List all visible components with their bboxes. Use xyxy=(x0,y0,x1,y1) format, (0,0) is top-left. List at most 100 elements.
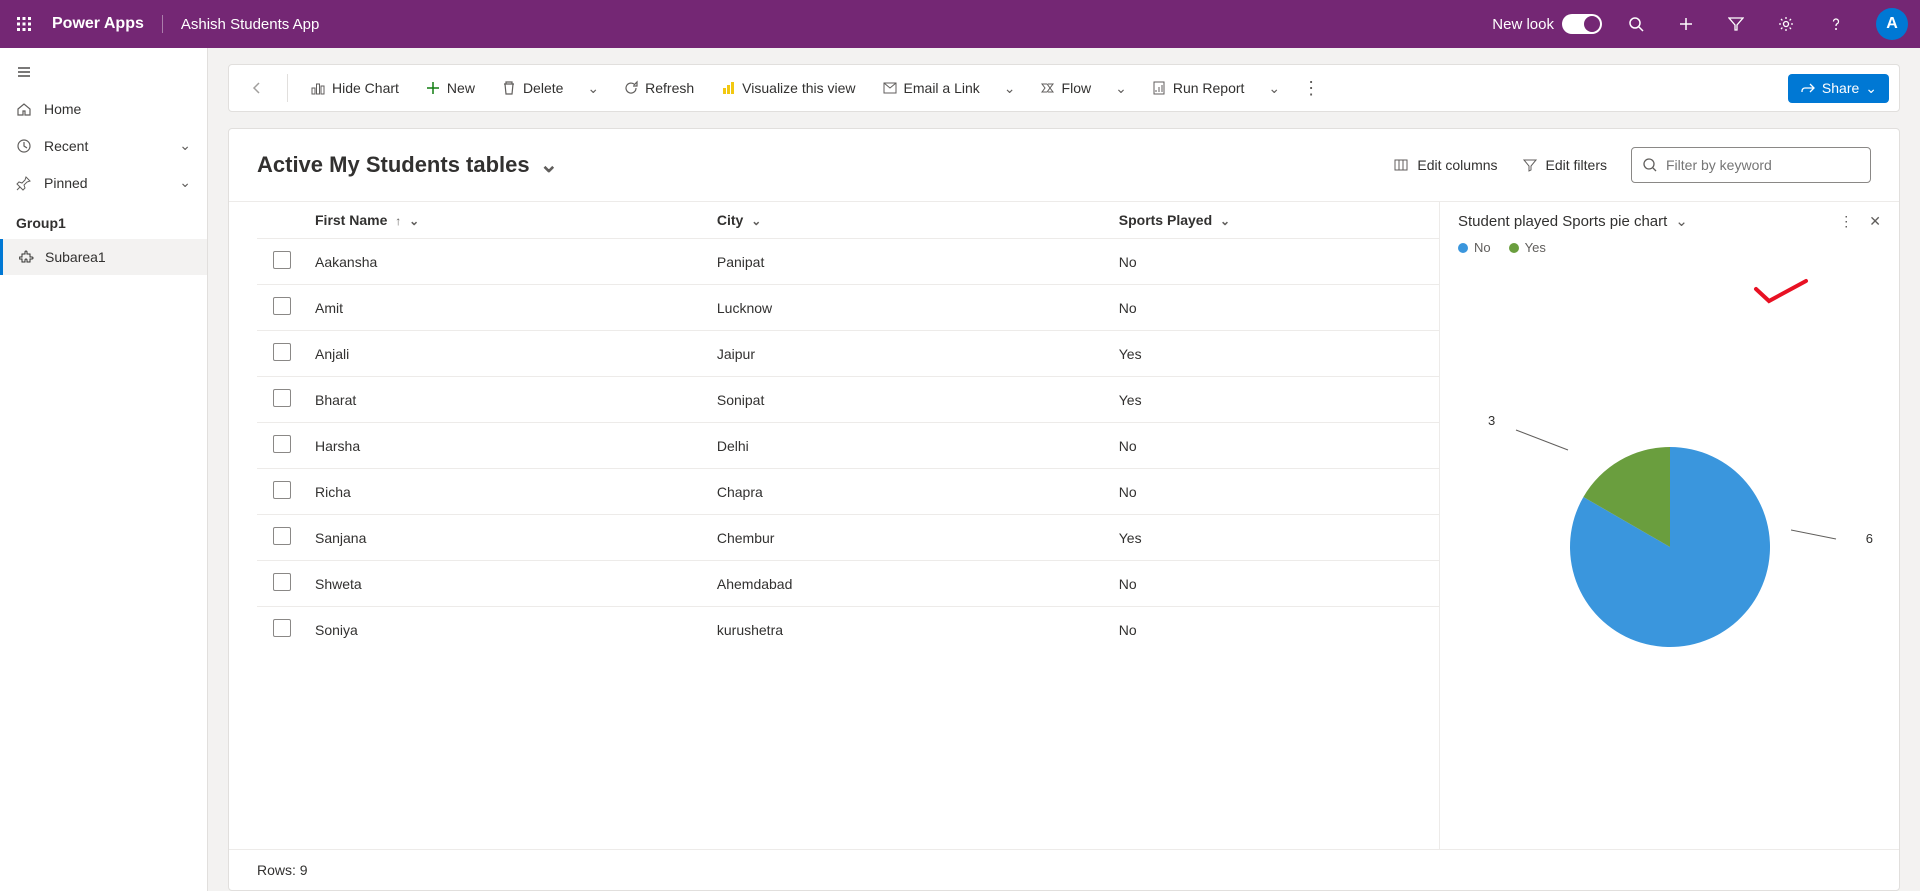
edit-filters-button[interactable]: Edit filters xyxy=(1522,157,1607,173)
brand-label[interactable]: Power Apps xyxy=(52,15,163,33)
row-checkbox-cell[interactable] xyxy=(257,377,307,423)
table-row[interactable]: HarshaDelhiNo xyxy=(257,423,1439,469)
help-icon[interactable] xyxy=(1820,8,1852,40)
chart-more-icon[interactable]: ⋮ xyxy=(1839,213,1853,230)
run-report-dropdown[interactable]: ⌄ xyxy=(1260,74,1288,103)
refresh-button[interactable]: Refresh xyxy=(613,74,704,102)
chart-selector[interactable]: Student played Sports pie chart ⌄ xyxy=(1458,212,1688,230)
nav-subarea1[interactable]: Subarea1 xyxy=(0,239,207,275)
cell-first-name[interactable]: Harsha xyxy=(307,423,709,469)
row-checkbox-cell[interactable] xyxy=(257,469,307,515)
table-row[interactable]: BharatSonipatYes xyxy=(257,377,1439,423)
table-row[interactable]: SoniyakurushetraNo xyxy=(257,607,1439,653)
pie-chart[interactable] xyxy=(1550,427,1790,667)
cell-first-name[interactable]: Richa xyxy=(307,469,709,515)
row-checkbox-cell[interactable] xyxy=(257,285,307,331)
nav-home[interactable]: Home xyxy=(0,91,207,127)
table-row[interactable]: AakanshaPanipatNo xyxy=(257,239,1439,285)
chart-close-icon[interactable]: ✕ xyxy=(1869,213,1881,230)
search-icon xyxy=(1642,157,1658,173)
checkbox-icon[interactable] xyxy=(273,527,291,545)
nav-group-label: Group1 xyxy=(0,201,207,239)
cell-city: Lucknow xyxy=(709,285,1111,331)
checkbox-icon[interactable] xyxy=(273,343,291,361)
flow-dropdown[interactable]: ⌄ xyxy=(1107,74,1135,103)
share-button[interactable]: Share ⌄ xyxy=(1788,74,1889,103)
cell-first-name[interactable]: Amit xyxy=(307,285,709,331)
filter-keyword-box[interactable] xyxy=(1631,147,1871,183)
checkbox-icon[interactable] xyxy=(273,481,291,499)
email-link-dropdown[interactable]: ⌄ xyxy=(996,74,1024,103)
back-button[interactable] xyxy=(239,70,275,106)
pin-icon xyxy=(16,175,32,191)
select-all-header[interactable] xyxy=(257,202,307,239)
nav-pinned[interactable]: Pinned ⌄ xyxy=(0,164,207,201)
label-line-no xyxy=(1791,525,1851,545)
header-row: First Name ↑ ⌄ City ⌄ Sports Played xyxy=(257,202,1439,239)
column-first-name[interactable]: First Name ↑ ⌄ xyxy=(307,202,709,239)
email-link-button[interactable]: Email a Link xyxy=(872,74,990,102)
settings-icon[interactable] xyxy=(1770,8,1802,40)
checkbox-icon[interactable] xyxy=(273,619,291,637)
cell-first-name[interactable]: Sanjana xyxy=(307,515,709,561)
chart-title-label: Student played Sports pie chart xyxy=(1458,213,1667,230)
chevron-down-icon: ⌄ xyxy=(540,152,558,178)
checkbox-icon[interactable] xyxy=(273,297,291,315)
app-launcher-icon[interactable] xyxy=(12,12,36,36)
chart-header: Student played Sports pie chart ⌄ ⋮ ✕ xyxy=(1458,212,1881,230)
view-header: Active My Students tables ⌄ Edit columns… xyxy=(229,129,1899,201)
checkbox-icon[interactable] xyxy=(273,573,291,591)
filter-icon[interactable] xyxy=(1720,8,1752,40)
row-checkbox-cell[interactable] xyxy=(257,561,307,607)
legend-yes[interactable]: Yes xyxy=(1509,240,1546,255)
cell-first-name[interactable]: Shweta xyxy=(307,561,709,607)
visualize-button[interactable]: Visualize this view xyxy=(710,74,865,102)
row-checkbox-cell[interactable] xyxy=(257,331,307,377)
filter-keyword-input[interactable] xyxy=(1666,157,1860,173)
rows-count: Rows: 9 xyxy=(229,849,1899,890)
cell-first-name[interactable]: Anjali xyxy=(307,331,709,377)
add-icon[interactable] xyxy=(1670,8,1702,40)
search-icon[interactable] xyxy=(1620,8,1652,40)
table-row[interactable]: AnjaliJaipurYes xyxy=(257,331,1439,377)
hide-chart-button[interactable]: Hide Chart xyxy=(300,74,409,102)
legend-no[interactable]: No xyxy=(1458,240,1491,255)
delete-dropdown[interactable]: ⌄ xyxy=(579,74,607,103)
table-row[interactable]: SanjanaChemburYes xyxy=(257,515,1439,561)
flow-button[interactable]: Flow xyxy=(1030,74,1102,102)
pie-label-yes: 3 xyxy=(1488,413,1495,428)
cell-city: Sonipat xyxy=(709,377,1111,423)
table-row[interactable]: ShwetaAhemdabadNo xyxy=(257,561,1439,607)
column-sports-played[interactable]: Sports Played ⌄ xyxy=(1111,202,1439,239)
new-button[interactable]: New xyxy=(415,74,485,102)
view-selector[interactable]: Active My Students tables ⌄ xyxy=(257,152,558,178)
refresh-icon xyxy=(623,80,639,96)
checkbox-icon[interactable] xyxy=(273,251,291,269)
row-checkbox-cell[interactable] xyxy=(257,423,307,469)
checkbox-icon[interactable] xyxy=(273,435,291,453)
row-checkbox-cell[interactable] xyxy=(257,607,307,653)
edit-columns-button[interactable]: Edit columns xyxy=(1393,157,1497,173)
chart-icon xyxy=(310,80,326,96)
delete-button[interactable]: Delete xyxy=(491,74,573,102)
table-row[interactable]: RichaChapraNo xyxy=(257,469,1439,515)
cell-first-name[interactable]: Soniya xyxy=(307,607,709,653)
cell-first-name[interactable]: Aakansha xyxy=(307,239,709,285)
chart-legend: No Yes xyxy=(1458,240,1881,255)
run-report-button[interactable]: Run Report xyxy=(1141,74,1255,102)
row-checkbox-cell[interactable] xyxy=(257,239,307,285)
chart-canvas: 3 6 xyxy=(1458,255,1881,839)
new-look-toggle[interactable] xyxy=(1562,14,1602,34)
annotation-checkmark-icon xyxy=(1751,277,1811,307)
nav-recent[interactable]: Recent ⌄ xyxy=(0,127,207,164)
cell-first-name[interactable]: Bharat xyxy=(307,377,709,423)
cell-sports: No xyxy=(1111,607,1439,653)
table-row[interactable]: AmitLucknowNo xyxy=(257,285,1439,331)
command-bar: Hide Chart New Delete ⌄ Refresh Visualiz… xyxy=(228,64,1900,112)
more-commands-icon[interactable]: ⋮ xyxy=(1294,72,1328,105)
user-avatar[interactable]: A xyxy=(1876,8,1908,40)
collapse-nav-icon[interactable] xyxy=(0,56,207,91)
column-city[interactable]: City ⌄ xyxy=(709,202,1111,239)
checkbox-icon[interactable] xyxy=(273,389,291,407)
row-checkbox-cell[interactable] xyxy=(257,515,307,561)
